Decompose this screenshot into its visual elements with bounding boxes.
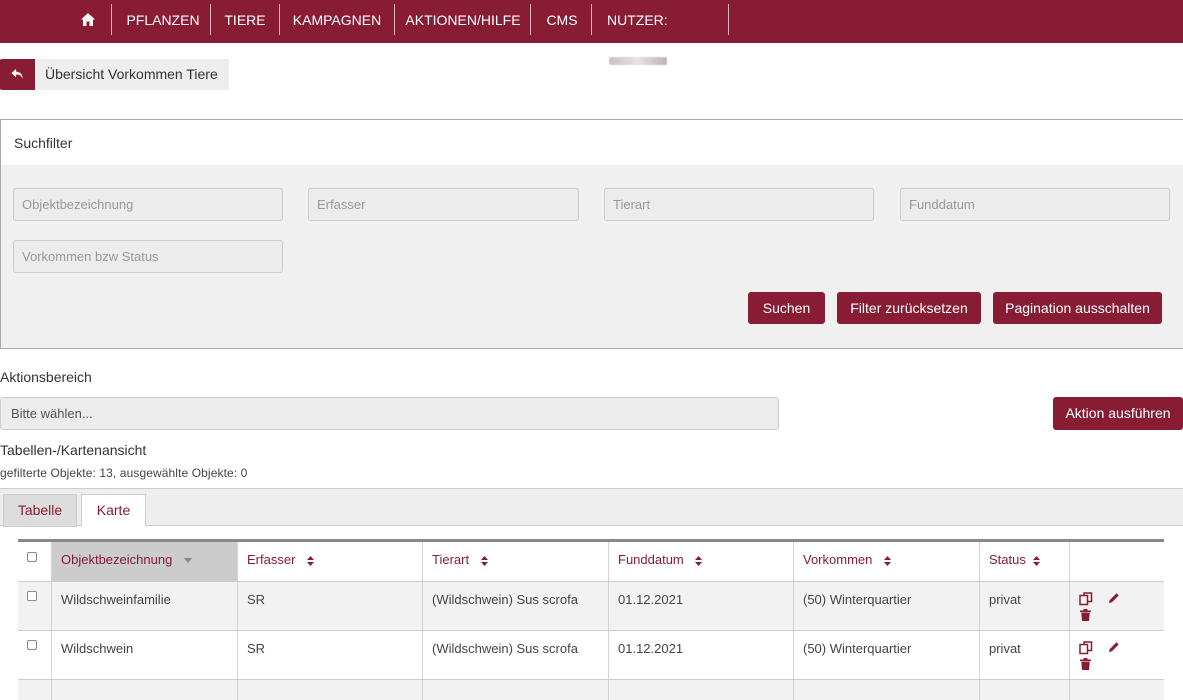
copy-icon[interactable] xyxy=(1079,592,1093,606)
cell-actions xyxy=(1070,631,1164,679)
tab-tabelle[interactable]: Tabelle xyxy=(3,494,77,527)
cell-actions xyxy=(1070,582,1164,630)
cell-actions xyxy=(1070,680,1164,700)
nav-separator xyxy=(530,4,531,35)
sort-icon xyxy=(480,555,488,566)
cell-funddatum: 01.12.2021 xyxy=(609,631,794,679)
cell-vorkommen: (50) Winterquartier xyxy=(794,582,980,630)
home-icon[interactable] xyxy=(80,12,96,27)
column-label: Tierart xyxy=(432,552,470,567)
nav-nutzer-label: NUTZER: xyxy=(607,12,668,28)
edit-pencil-icon[interactable] xyxy=(1108,641,1120,653)
column-header-actions xyxy=(1070,542,1164,581)
page-title: Übersicht Vorkommen Tiere xyxy=(35,59,229,90)
column-header-vorkommen[interactable]: Vorkommen xyxy=(794,542,980,581)
action-select[interactable]: Bitte wählen... xyxy=(0,397,779,430)
search-button[interactable]: Suchen xyxy=(748,292,825,324)
cell-status xyxy=(980,680,1070,700)
column-header-status[interactable]: Status xyxy=(980,542,1070,581)
select-all-checkbox[interactable] xyxy=(27,552,37,562)
nav-separator xyxy=(279,4,280,35)
cell-tierart: (Wildschwein) Sus scrofa xyxy=(423,582,609,630)
table-row[interactable]: Wildschwein SR (Wildschwein) Sus scrofa … xyxy=(18,631,1164,680)
sort-icon xyxy=(1033,555,1041,566)
nav-item-tiere[interactable]: TIERE xyxy=(216,0,274,40)
sort-icon xyxy=(695,555,703,566)
cell-objektbezeichnung xyxy=(52,680,238,700)
edit-pencil-icon[interactable] xyxy=(1108,592,1120,604)
sort-descending-icon xyxy=(183,557,192,563)
column-label: Funddatum xyxy=(618,552,684,567)
column-header-erfasser[interactable]: Erfasser xyxy=(238,542,423,581)
delete-trash-icon[interactable] xyxy=(1080,658,1091,670)
reset-filter-button[interactable]: Filter zurücksetzen xyxy=(837,292,981,324)
delete-trash-icon[interactable] xyxy=(1080,609,1091,621)
objektbezeichnung-input[interactable] xyxy=(13,188,283,221)
tab-karte[interactable]: Karte xyxy=(81,494,146,527)
copy-icon[interactable] xyxy=(1079,641,1093,655)
funddatum-input[interactable] xyxy=(900,188,1170,221)
nav-item-pflanzen[interactable]: PFLANZEN xyxy=(117,0,209,40)
row-select-cell xyxy=(18,631,52,679)
table-map-view: Tabelle Karte Objektbezeichnung Erfasser… xyxy=(0,488,1183,700)
cell-objektbezeichnung: Wildschwein xyxy=(52,631,238,679)
nav-separator xyxy=(394,4,395,35)
results-table: Objektbezeichnung Erfasser Tierart Fundd… xyxy=(18,539,1164,700)
header-select-cell xyxy=(18,542,52,581)
nav-item-cms[interactable]: CMS xyxy=(534,0,590,40)
sort-icon xyxy=(884,555,891,566)
table-header: Objektbezeichnung Erfasser Tierart Fundd… xyxy=(18,542,1164,582)
column-label: Status xyxy=(989,552,1026,567)
cell-erfasser xyxy=(238,680,423,700)
nav-separator xyxy=(728,4,729,35)
action-area-title: Aktionsbereich xyxy=(0,369,92,385)
pagination-toggle-button[interactable]: Pagination ausschalten xyxy=(993,292,1162,324)
column-label: Erfasser xyxy=(247,552,296,567)
column-label: Objektbezeichnung xyxy=(61,552,173,567)
table-row[interactable] xyxy=(18,680,1164,700)
column-header-tierart[interactable]: Tierart xyxy=(423,542,609,581)
cell-tierart xyxy=(423,680,609,700)
erfasser-input[interactable] xyxy=(308,188,579,221)
nav-item-nutzer[interactable]: NUTZER: xyxy=(598,0,724,66)
redacted-username xyxy=(609,57,667,66)
column-header-objektbezeichnung[interactable]: Objektbezeichnung xyxy=(52,542,238,581)
cell-funddatum xyxy=(609,680,794,700)
cell-erfasser: SR xyxy=(238,631,423,679)
row-checkbox[interactable] xyxy=(27,591,37,601)
cell-vorkommen: (50) Winterquartier xyxy=(794,631,980,679)
nav-item-aktionen-hilfe[interactable]: AKTIONEN/HILFE xyxy=(398,0,528,40)
filter-panel: Suchfilter Suchen Filter zurücksetzen Pa… xyxy=(0,119,1183,349)
nav-separator xyxy=(210,4,211,35)
row-select-cell xyxy=(18,582,52,630)
tierart-input[interactable] xyxy=(604,188,874,221)
column-header-funddatum[interactable]: Funddatum xyxy=(609,542,794,581)
cell-objektbezeichnung: Wildschweinfamilie xyxy=(52,582,238,630)
cell-status: privat xyxy=(980,582,1070,630)
cell-funddatum: 01.12.2021 xyxy=(609,582,794,630)
cell-vorkommen xyxy=(794,680,980,700)
nav-item-kampagnen[interactable]: KAMPAGNEN xyxy=(284,0,390,40)
object-count: gefilterte Objekte: 13, ausgewählte Obje… xyxy=(0,466,248,480)
view-title: Tabellen-/Kartenansicht xyxy=(0,442,147,458)
nav-separator xyxy=(591,4,592,35)
cell-erfasser: SR xyxy=(238,582,423,630)
top-navigation: PFLANZEN TIERE KAMPAGNEN AKTIONEN/HILFE … xyxy=(0,0,1183,66)
vorkommen-status-input[interactable] xyxy=(13,240,283,273)
filter-title: Suchfilter xyxy=(14,135,73,151)
cell-tierart: (Wildschwein) Sus scrofa xyxy=(423,631,609,679)
run-action-button[interactable]: Aktion ausführen xyxy=(1053,397,1183,430)
back-arrow-icon xyxy=(11,68,23,80)
back-button[interactable] xyxy=(0,59,36,90)
nav-separator xyxy=(111,4,112,35)
column-label: Vorkommen xyxy=(803,552,873,567)
row-checkbox[interactable] xyxy=(27,640,37,650)
sort-icon xyxy=(307,555,315,566)
table-row[interactable]: Wildschweinfamilie SR (Wildschwein) Sus … xyxy=(18,582,1164,631)
row-select-cell xyxy=(18,680,52,700)
filter-header: Suchfilter xyxy=(1,120,1183,165)
tab-strip: Tabelle Karte xyxy=(0,489,1183,527)
cell-status: privat xyxy=(980,631,1070,679)
